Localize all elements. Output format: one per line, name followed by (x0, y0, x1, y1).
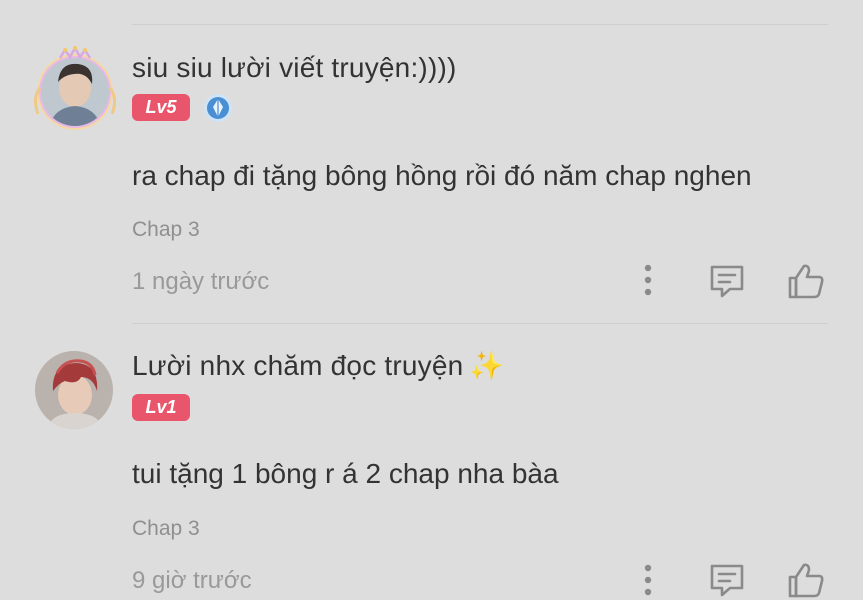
avatar[interactable] (35, 351, 113, 429)
timestamp: 9 giờ trước (132, 567, 252, 594)
username[interactable]: Lười nhx chăm đọc truyện ✨ (132, 349, 504, 382)
medal-badge-icon (203, 93, 233, 123)
chapter-label[interactable]: Chap 3 (132, 517, 200, 541)
thumbs-up-icon[interactable] (786, 561, 826, 599)
username-text: Lười nhx chăm đọc truyện (132, 350, 464, 381)
sparkle-icon: ✨ (469, 350, 505, 381)
level-badge: Lv1 (132, 394, 190, 421)
comment-text: tui tặng 1 bông r á 2 chap nha bàa (132, 458, 559, 489)
avatar[interactable] (30, 44, 120, 134)
divider (132, 323, 828, 324)
chapter-label[interactable]: Chap 3 (132, 218, 200, 242)
avatar-frame-icon (33, 45, 117, 130)
thumbs-up-icon[interactable] (786, 262, 826, 300)
reply-comment-icon[interactable] (708, 562, 746, 598)
username[interactable]: siu siu lười viết truyện:)))) (132, 52, 457, 84)
timestamp: 1 ngày trước (132, 268, 270, 295)
comments-page: siu siu lười viết truyện:)))) Lv5 ra cha… (0, 0, 863, 600)
more-vertical-icon[interactable] (636, 262, 660, 298)
reply-comment-icon[interactable] (708, 263, 746, 299)
more-vertical-icon[interactable] (636, 562, 660, 598)
divider (132, 24, 828, 25)
comment-text: ra chap đi tặng bông hồng rồi đó năm cha… (132, 160, 752, 191)
level-badge: Lv5 (132, 94, 190, 121)
